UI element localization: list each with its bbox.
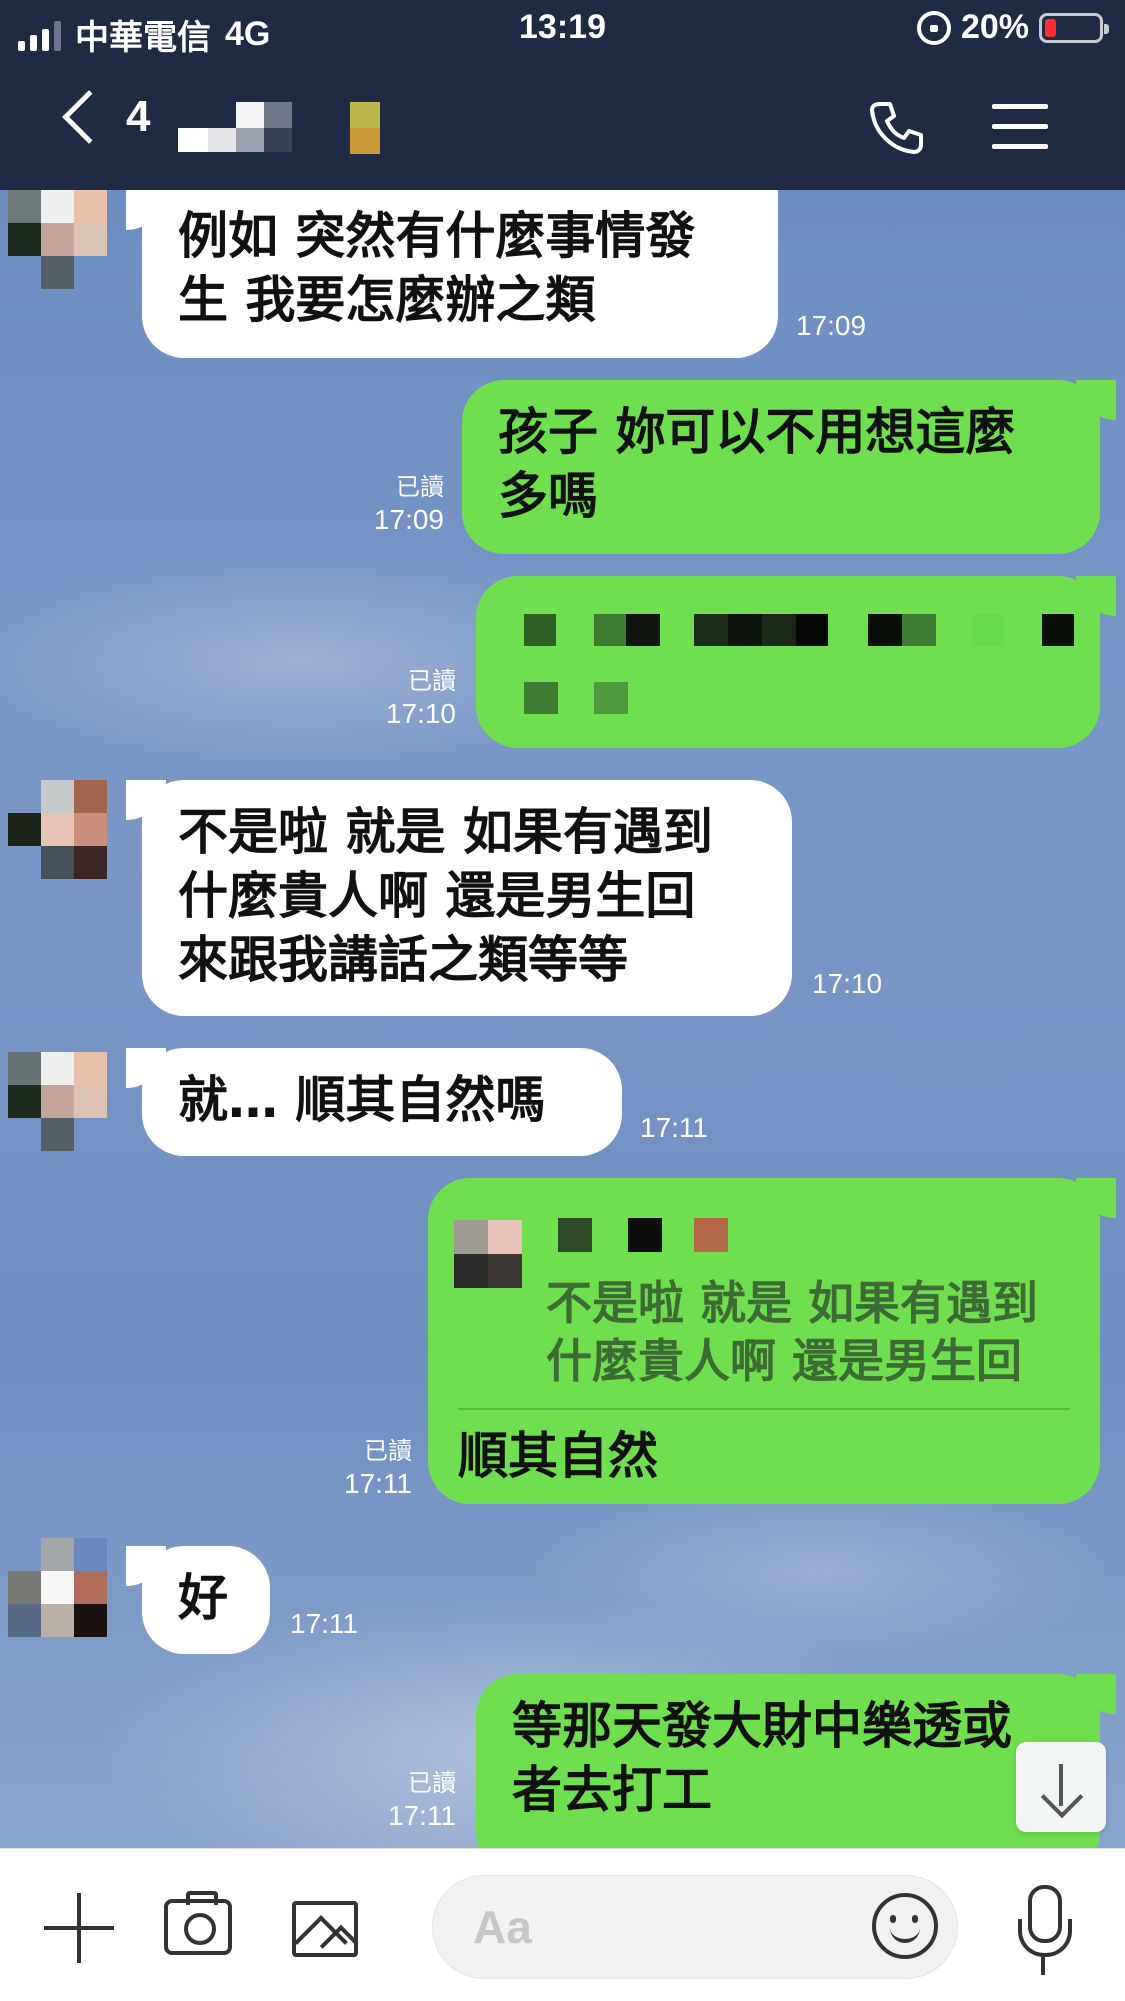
- message-text: 者去打工: [512, 1761, 712, 1819]
- read-receipt: 已讀: [364, 1438, 412, 1465]
- message-text: 生 我要怎麼辦之類: [178, 271, 596, 329]
- message-outgoing-censored[interactable]: [476, 576, 1116, 748]
- image-icon[interactable]: [292, 1901, 358, 1957]
- chat-header: 4: [0, 60, 1125, 190]
- message-outgoing-reply[interactable]: 不是啦 就是 如果有遇到 什麼貴人啊 還是男生回 順其自然: [428, 1178, 1116, 1504]
- chat-name-censored[interactable]: [178, 90, 398, 160]
- message-meta: 已讀 17:11: [332, 1436, 412, 1500]
- status-bar: 中華電信 4G 13:19 20%: [0, 0, 1125, 60]
- message-incoming[interactable]: 好: [126, 1546, 270, 1654]
- emoji-icon[interactable]: [872, 1893, 938, 1959]
- message-text: 例如 突然有什麼事情發: [178, 207, 696, 265]
- message-outgoing[interactable]: 等那天發大財中樂透或 者去打工: [476, 1674, 1116, 1848]
- message-text: 孩子 妳可以不用想這麼: [498, 403, 1016, 461]
- message-incoming[interactable]: 就… 順其自然嗎: [126, 1048, 622, 1156]
- mic-stem: [1041, 1957, 1045, 1975]
- menu-icon[interactable]: [992, 104, 1048, 150]
- contact-avatar[interactable]: [8, 780, 108, 880]
- input-bar: Aa: [0, 1848, 1125, 2001]
- message-time: 17:11: [388, 1800, 456, 1831]
- message-time: 17:09: [373, 504, 444, 535]
- back-button[interactable]: 4: [52, 90, 151, 144]
- message-text: 就… 順其自然嗎: [178, 1071, 546, 1129]
- message-time: 17:09: [796, 310, 867, 341]
- contact-avatar[interactable]: [8, 1052, 108, 1152]
- contact-avatar[interactable]: [8, 1538, 108, 1638]
- message-meta: 已讀 17:09: [356, 472, 444, 536]
- message-text: 不是啦 就是 如果有遇到: [178, 803, 713, 861]
- message-text: 多嗎: [498, 467, 598, 525]
- message-meta: 已讀 17:11: [376, 1768, 456, 1832]
- quote-text: 什麼貴人啊 還是男生回: [546, 1334, 1023, 1388]
- reply-quote[interactable]: 不是啦 就是 如果有遇到 什麼貴人啊 還是男生回: [454, 1214, 1070, 1410]
- quote-text: 不是啦 就是 如果有遇到: [546, 1276, 1039, 1330]
- message-incoming[interactable]: 例如 突然有什麼事情發 生 我要怎麼辦之類: [126, 190, 778, 358]
- message-text: 來跟我講話之類等等: [178, 931, 628, 989]
- status-right: 20%: [916, 8, 1109, 47]
- chat-area[interactable]: 例如 突然有什麼事情發 生 我要怎麼辦之類 17:09 已讀 17:09 孩子 …: [0, 190, 1125, 1848]
- message-text: 順其自然: [458, 1427, 658, 1485]
- message-time: 17:10: [385, 698, 456, 729]
- message-time: 17:11: [640, 1112, 708, 1143]
- read-receipt: 已讀: [408, 1770, 456, 1797]
- message-outgoing[interactable]: 孩子 妳可以不用想這麼 多嗎: [462, 380, 1116, 554]
- scroll-down-arrow-icon[interactable]: [1016, 1742, 1106, 1832]
- message-time: 17:11: [290, 1608, 358, 1639]
- phone-icon[interactable]: [866, 98, 926, 158]
- message-time: 17:10: [812, 968, 883, 999]
- battery-percent: 20%: [960, 8, 1029, 46]
- message-text: 等那天發大財中樂透或: [512, 1697, 1012, 1755]
- contact-avatar[interactable]: [8, 190, 108, 290]
- plus-icon[interactable]: [44, 1893, 114, 1963]
- camera-icon[interactable]: [164, 1891, 232, 1955]
- read-receipt: 已讀: [396, 474, 444, 501]
- rotation-lock-icon: [916, 10, 951, 45]
- read-receipt: 已讀: [408, 668, 456, 695]
- message-meta: 已讀 17:10: [376, 666, 456, 730]
- battery-icon: [1039, 12, 1109, 43]
- message-text: 好: [178, 1569, 228, 1627]
- unread-count: 4: [126, 92, 151, 141]
- message-time: 17:11: [344, 1468, 412, 1499]
- chevron-left-icon: [62, 90, 116, 144]
- message-incoming[interactable]: 不是啦 就是 如果有遇到 什麼貴人啊 還是男生回 來跟我講話之類等等: [126, 780, 792, 1016]
- message-text: 什麼貴人啊 還是男生回: [178, 867, 696, 925]
